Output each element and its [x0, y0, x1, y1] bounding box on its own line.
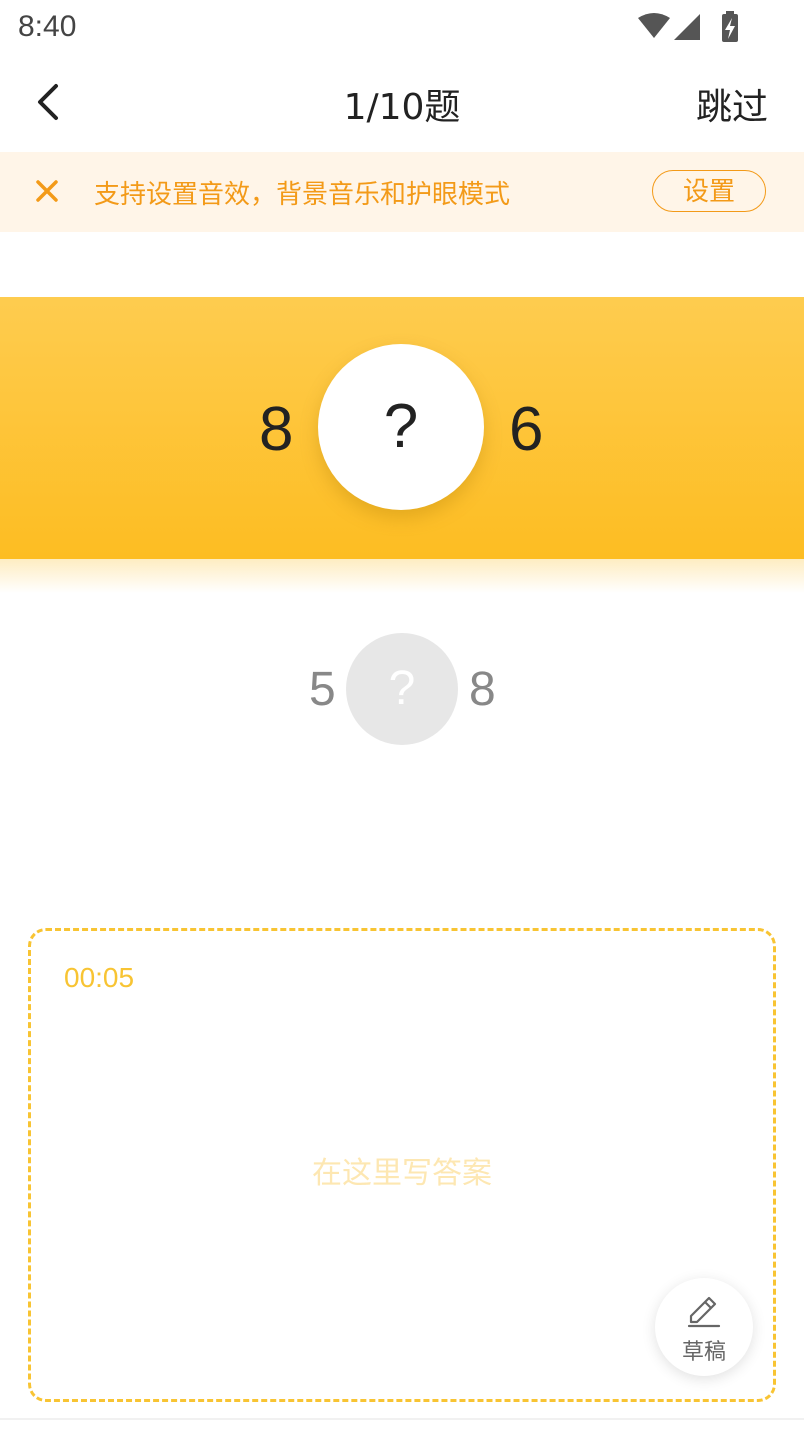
answer-placeholder: 在这里写答案 [312, 1156, 492, 1191]
signal-icon [674, 14, 700, 40]
battery-charging-icon [722, 11, 738, 42]
next-right-number: 8 [469, 663, 496, 716]
settings-button[interactable]: 设置 [652, 170, 766, 212]
tip-banner: 支持设置音效，背景音乐和护眼模式 设置 [0, 152, 804, 232]
current-left-number: 8 [259, 395, 294, 464]
close-icon [36, 180, 58, 202]
pencil-icon [687, 1296, 721, 1328]
draft-button[interactable]: 草稿 [655, 1278, 753, 1376]
skip-button[interactable]: 跳过 [696, 78, 768, 130]
band-shadow [0, 559, 804, 593]
page-title: 1/10题 [343, 87, 461, 128]
draft-label: 草稿 [681, 1340, 726, 1365]
banner-text: 支持设置音效，背景音乐和护眼模式 [94, 180, 511, 210]
bottom-divider [0, 1418, 804, 1420]
current-answer-slot[interactable]: ? [318, 344, 484, 510]
next-left-number: 5 [309, 663, 336, 716]
timer: 00:05 [64, 962, 135, 993]
next-answer-slot: ? [346, 633, 458, 745]
wifi-icon [638, 13, 670, 38]
current-right-number: 6 [509, 395, 544, 464]
status-icons [638, 11, 738, 42]
banner-close-button[interactable] [30, 174, 64, 208]
status-time: 8:40 [18, 10, 77, 43]
